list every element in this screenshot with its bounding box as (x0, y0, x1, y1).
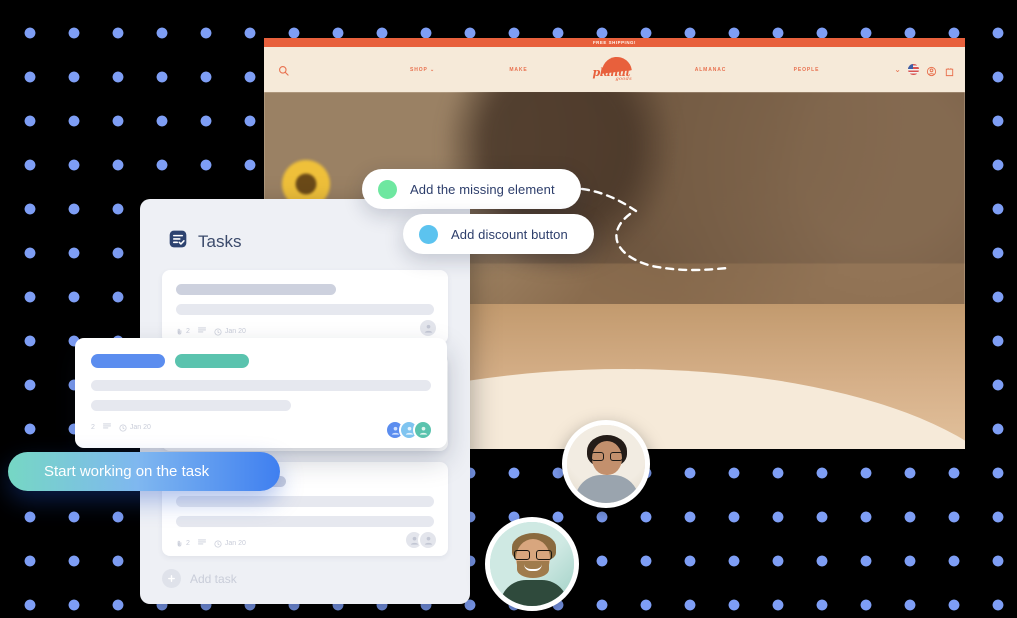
add-task-label: Add task (190, 571, 237, 586)
tasks-icon (168, 229, 188, 254)
status-dot-blue (419, 224, 438, 244)
attachment-count: 2 (176, 540, 190, 547)
logo-subtext: goods (615, 75, 632, 82)
attachment-count-label: 2 (186, 540, 190, 547)
attachment-count: 2 (91, 424, 95, 431)
task-tags (91, 354, 431, 368)
due-date: Jan 20 (214, 327, 246, 336)
assignee-avatars[interactable] (404, 530, 438, 550)
task-meta: 2 Jan 20 (176, 539, 434, 548)
chevron-down-icon[interactable]: ⌄ (894, 65, 901, 74)
description-icon (197, 539, 206, 548)
cart-icon[interactable] (944, 64, 955, 77)
nav-right-icons: ⌄ (894, 47, 955, 92)
due-date: Jan 20 (214, 539, 246, 548)
page-title: Tasks (198, 231, 242, 251)
attachment-count: 2 (176, 328, 190, 335)
task-body-placeholder-2 (91, 400, 291, 411)
task-meta: 2 Jan 20 (176, 327, 434, 336)
nav-link-make[interactable]: MAKE (471, 67, 567, 73)
annotation-add-missing-element[interactable]: Add the missing element (362, 169, 581, 209)
free-shipping-banner: FREE SHIPPING! (264, 38, 965, 47)
nav-link-almanac[interactable]: ALMANAC (663, 67, 759, 73)
person-photo (567, 425, 645, 503)
nav-links: SHOP ⌄ MAKE planut goods ALMANAC PEOPLE (264, 54, 965, 83)
person-photo (490, 522, 574, 606)
task-body-placeholder (176, 304, 434, 315)
avatar[interactable] (485, 517, 579, 611)
account-icon[interactable] (926, 64, 937, 77)
task-meta: 2 Jan 20 (91, 423, 431, 432)
annotation-label: Add discount button (451, 226, 568, 242)
site-logo[interactable]: planut goods (567, 54, 663, 83)
nav-link-shop[interactable]: SHOP ⌄ (375, 67, 471, 73)
task-body-placeholder (176, 496, 434, 507)
search-icon[interactable] (278, 63, 289, 81)
nav-link-shop-label: SHOP (409, 66, 428, 73)
assignee-avatars[interactable] (385, 420, 433, 440)
avatar[interactable] (418, 318, 438, 338)
us-flag-icon[interactable] (908, 64, 919, 75)
site-navbar: SHOP ⌄ MAKE planut goods ALMANAC PEOPLE … (264, 47, 965, 92)
annotation-add-discount-button[interactable]: Add discount button (403, 214, 594, 254)
floating-task-card[interactable]: 2 Jan 20 (75, 338, 447, 448)
status-dot-green (378, 179, 397, 199)
task-body-placeholder-2 (176, 516, 434, 527)
avatar[interactable] (413, 420, 433, 440)
task-body-placeholder (91, 380, 431, 391)
task-tag-green[interactable] (175, 354, 249, 368)
avatar[interactable] (562, 420, 650, 508)
description-icon (102, 423, 111, 432)
due-date-label: Jan 20 (224, 328, 246, 335)
attachment-count-label: 2 (91, 424, 95, 431)
task-card[interactable]: 2 Jan 20 (162, 270, 448, 344)
description-icon (197, 327, 206, 336)
attachment-count-label: 2 (186, 328, 190, 335)
start-working-button[interactable]: Start working on the task (8, 452, 280, 491)
add-task-button[interactable]: Add task (162, 569, 237, 588)
assignee-avatars[interactable] (418, 318, 438, 338)
chevron-down-icon: ⌄ (429, 66, 436, 73)
plus-icon (162, 569, 181, 588)
due-date-label: Jan 20 (224, 540, 246, 547)
page-root: FREE SHIPPING! SHOP ⌄ MAKE planut goods … (0, 0, 1017, 618)
start-working-label: Start working on the task (44, 463, 210, 480)
annotation-label: Add the missing element (410, 181, 555, 197)
nav-link-people[interactable]: PEOPLE (759, 67, 855, 73)
due-date: Jan 20 (119, 423, 151, 432)
task-tag-blue[interactable] (91, 354, 165, 368)
task-title-placeholder (176, 284, 336, 295)
avatar[interactable] (418, 530, 438, 550)
due-date-label: Jan 20 (129, 424, 151, 431)
